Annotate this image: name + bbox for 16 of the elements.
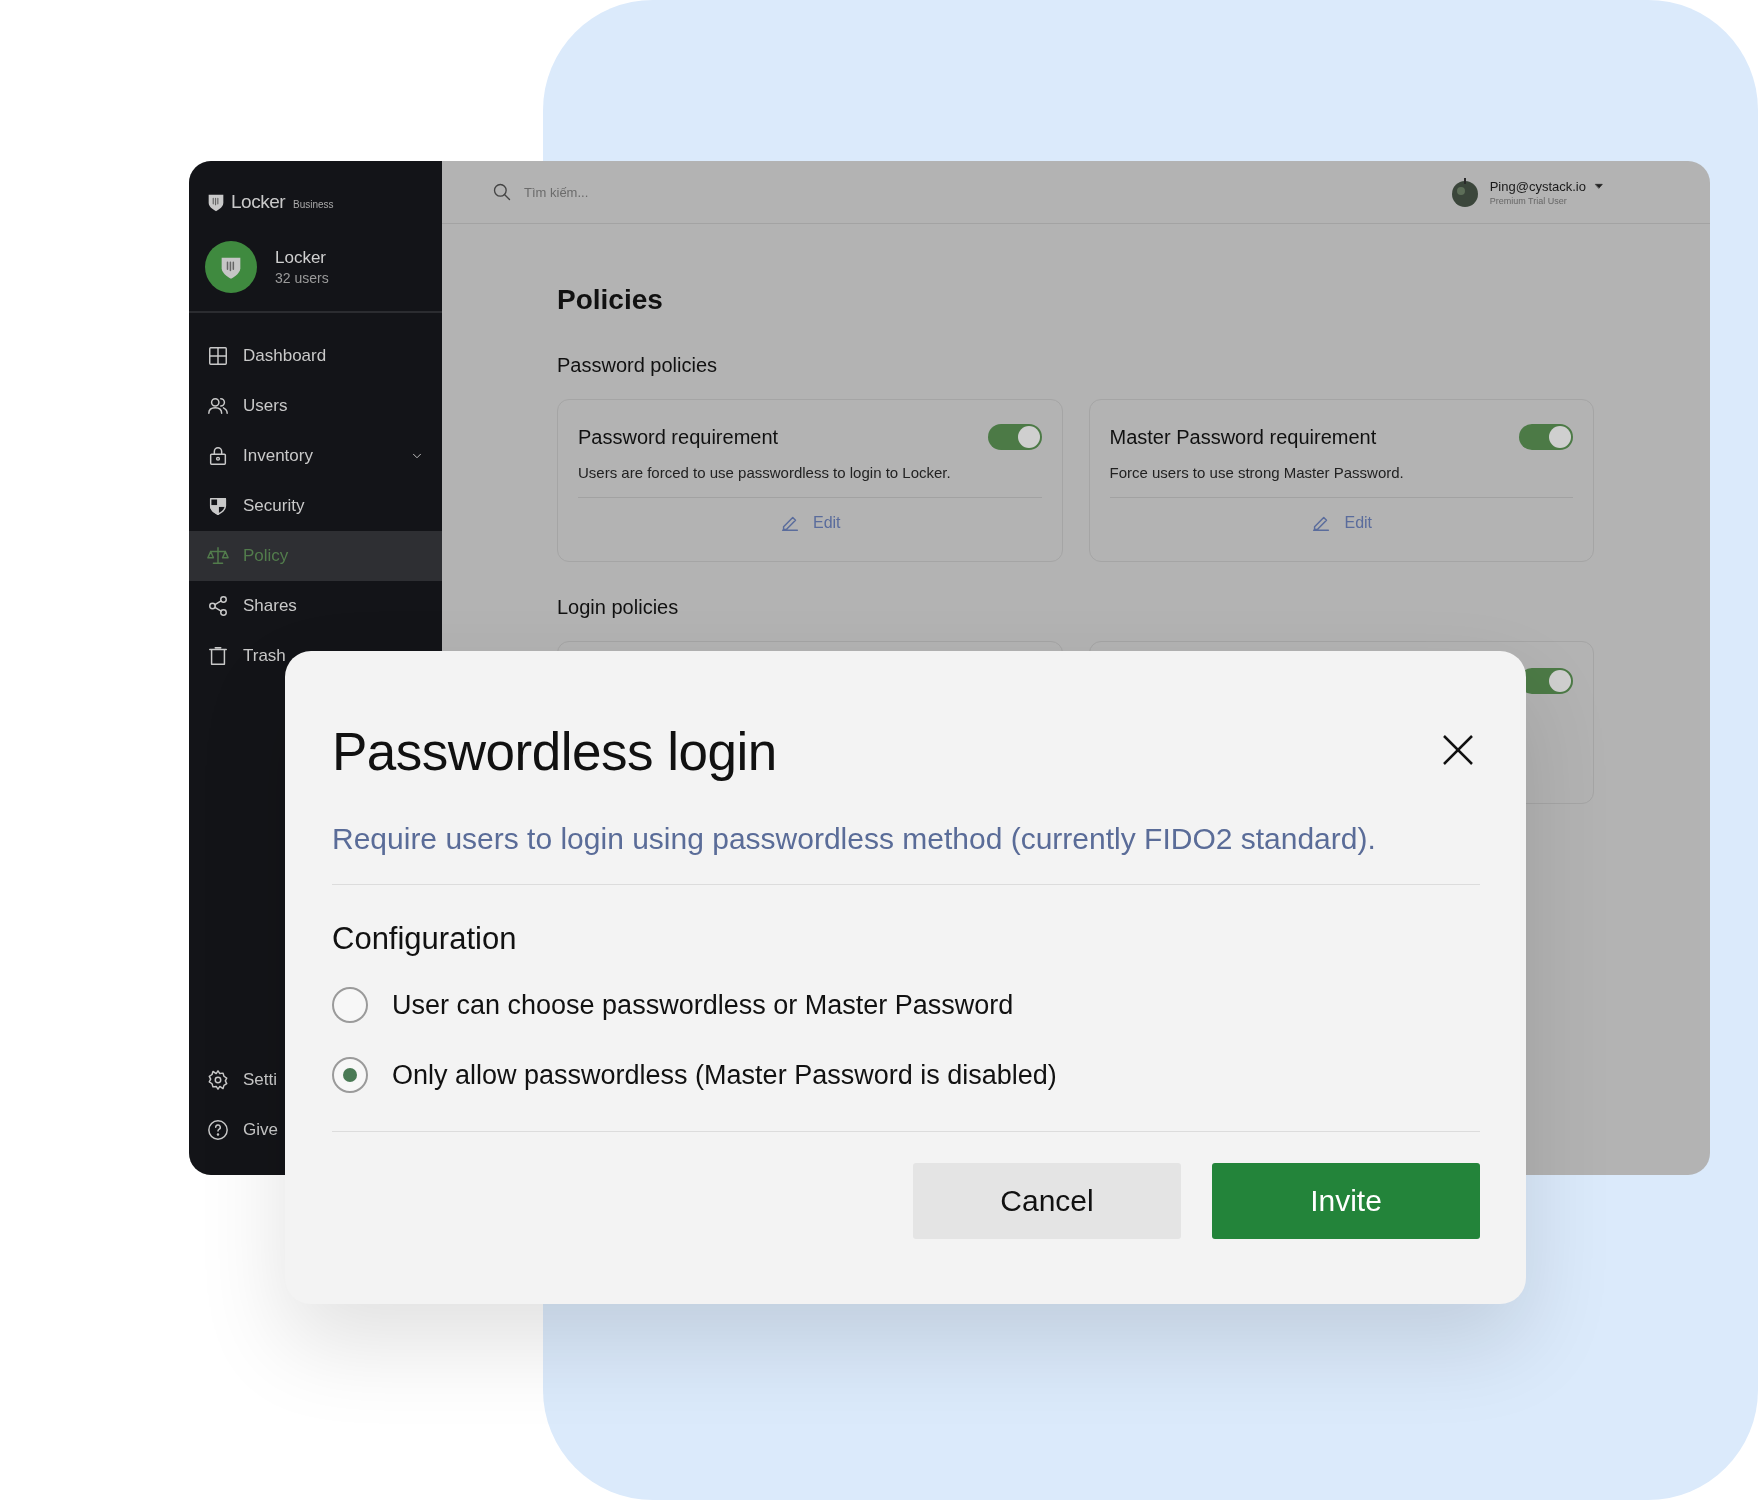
card-title: Password requirement	[578, 425, 779, 449]
section-title: Login policies	[557, 596, 680, 619]
section-title: Configuration	[332, 921, 518, 957]
brand-tag: Business	[293, 198, 334, 210]
user-plan: Premium Trial User	[1489, 195, 1568, 206]
section-title: Password policies	[557, 354, 719, 377]
dialog-description: Require users to login using passwordless method (currently FIDO2 standard).	[332, 822, 1377, 856]
page-title: Policies	[557, 284, 664, 316]
user-email: Ping@cystack.io	[1489, 178, 1586, 194]
dialog-title: Passwordless login	[332, 721, 777, 782]
card-description: Force users to use strong Master Password.	[1109, 464, 1405, 481]
org-name: Locker	[275, 248, 328, 268]
brand-name: Locker	[231, 191, 286, 213]
user-count: 32 users	[275, 270, 329, 286]
card-title: Master Password requirement	[1109, 425, 1377, 449]
card-description: Users are forced to use passwordless to login to Locker.	[578, 464, 952, 481]
